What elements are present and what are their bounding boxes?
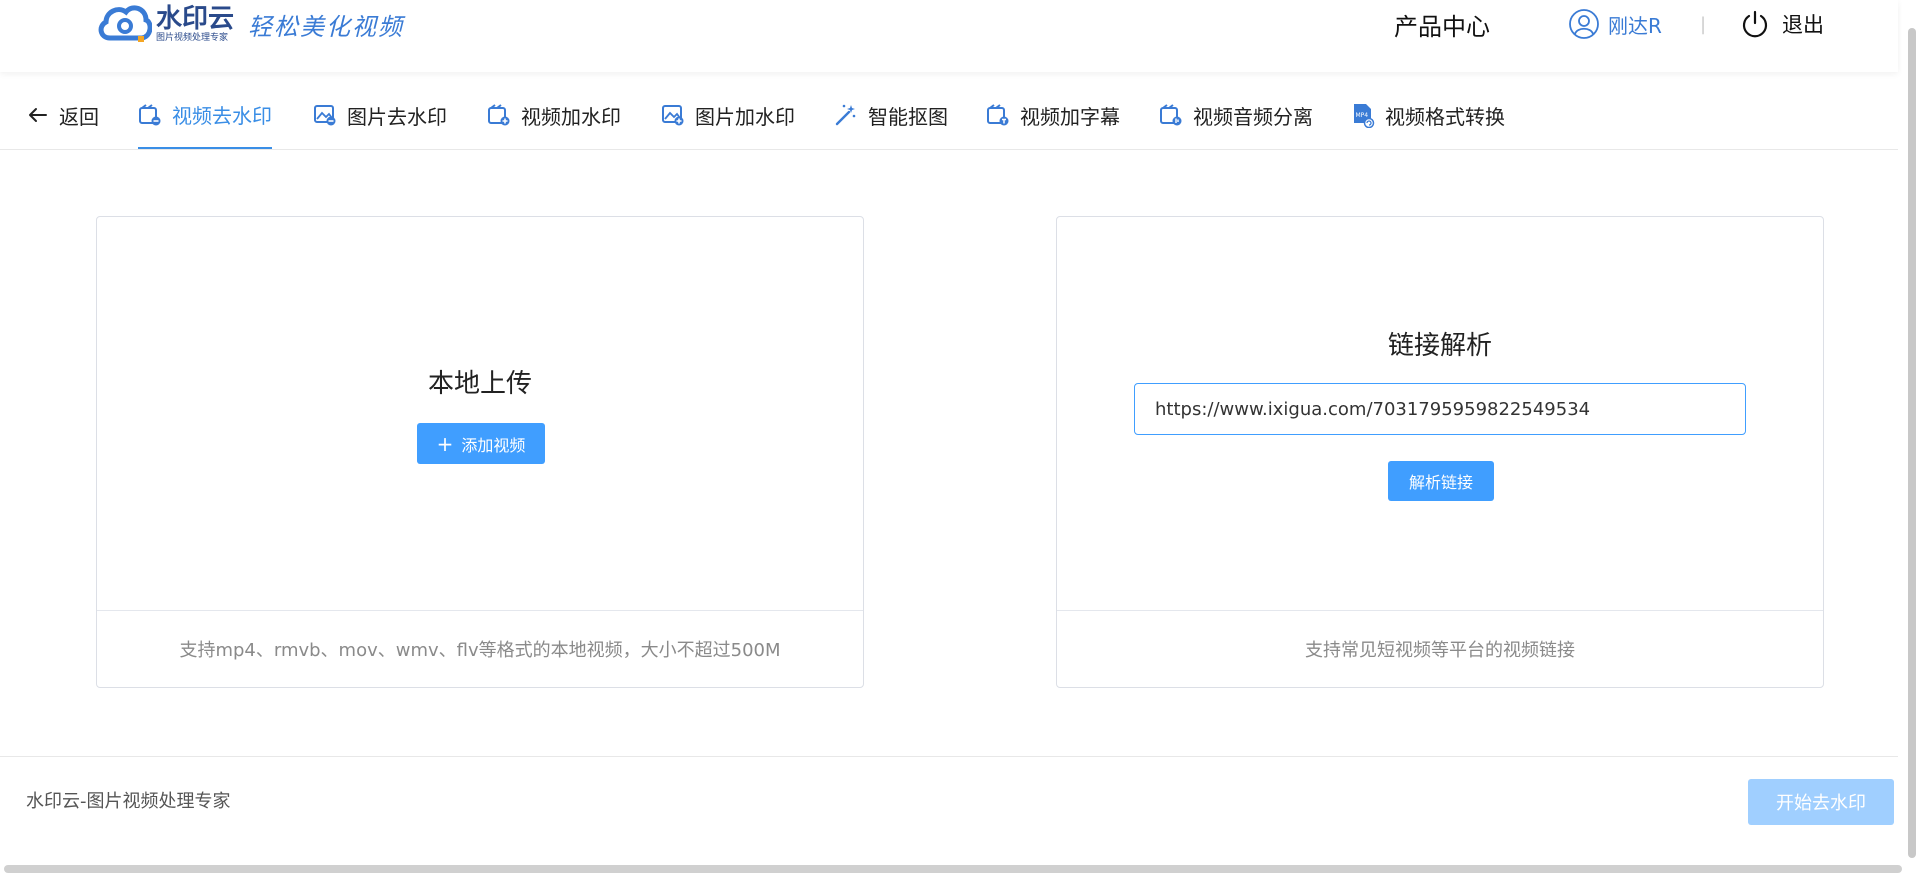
top-header: 水印云 图片视频处理专家 轻松美化视频 产品中心 刚达R | 退出 <box>0 0 1898 72</box>
svg-text:MP4: MP4 <box>1356 112 1369 119</box>
tab-video-add-watermark[interactable]: 视频加水印 <box>487 82 621 148</box>
image-remove-watermark-icon <box>314 105 336 126</box>
tab-video-remove-watermark[interactable]: 视频去水印 <box>138 82 272 149</box>
user-menu[interactable]: 刚达R <box>1568 0 1662 48</box>
header-separator: | <box>1700 13 1707 35</box>
logout-label: 退出 <box>1782 13 1824 37</box>
tab-label: 视频加字幕 <box>1020 104 1120 129</box>
horizontal-scrollbar[interactable] <box>0 864 1902 874</box>
cloud-logo-icon <box>98 5 152 42</box>
tab-image-remove-watermark[interactable]: 图片去水印 <box>313 82 447 148</box>
tab-label: 视频格式转换 <box>1385 104 1505 129</box>
tab-video-format-convert[interactable]: MP4 视频格式转换 <box>1351 82 1505 148</box>
power-icon <box>1742 10 1768 38</box>
tab-smart-cutout[interactable]: 智能抠图 <box>834 82 948 148</box>
back-label: 返回 <box>59 104 99 129</box>
tab-label: 图片加水印 <box>695 104 795 129</box>
product-center-link[interactable]: 产品中心 <box>1394 0 1490 48</box>
vertical-scrollbar-thumb[interactable] <box>1908 28 1916 858</box>
tab-label: 智能抠图 <box>868 104 948 129</box>
link-parse-body: 链接解析 解析链接 <box>1057 217 1823 611</box>
tab-image-add-watermark[interactable]: 图片加水印 <box>661 82 795 148</box>
username: 刚达R <box>1608 13 1662 38</box>
link-parse-title: 链接解析 <box>1387 331 1492 361</box>
local-upload-panel: 本地上传 + 添加视频 支持mp4、rmvb、mov、wmv、flv等格式的本地… <box>96 216 864 688</box>
magic-wand-icon <box>835 104 856 126</box>
video-remove-watermark-icon <box>139 103 161 125</box>
add-video-button[interactable]: + 添加视频 <box>417 423 545 464</box>
image-add-watermark-icon <box>662 105 684 126</box>
link-parse-panel: 链接解析 解析链接 支持常见短视频等平台的视频链接 <box>1056 216 1824 688</box>
tab-label: 图片去水印 <box>347 104 447 129</box>
vertical-scrollbar[interactable] <box>1902 0 1920 874</box>
video-url-input[interactable] <box>1134 383 1746 435</box>
tab-label: 视频加水印 <box>521 104 621 129</box>
tab-label: 视频音频分离 <box>1193 104 1313 129</box>
video-add-watermark-icon <box>488 104 510 126</box>
logout-button[interactable]: 退出 <box>1740 0 1824 48</box>
local-upload-hint: 支持mp4、rmvb、mov、wmv、flv等格式的本地视频，大小不超过500M <box>97 610 863 687</box>
logo-subtitle: 图片视频处理专家 <box>156 32 229 43</box>
tool-nav: 返回 视频去水印 图片去水印 视频加水印 图片加水印 智能抠图 视频加字幕 视频… <box>0 82 1898 150</box>
user-avatar-icon <box>1569 9 1599 39</box>
local-upload-title: 本地上传 <box>427 369 532 399</box>
logo-name: 水印云 <box>156 3 235 34</box>
logo[interactable]: 水印云 图片视频处理专家 轻松美化视频 <box>96 0 404 48</box>
tab-video-subtitle[interactable]: 视频加字幕 <box>986 82 1120 148</box>
plus-icon: + <box>436 431 454 456</box>
footer-brand-text: 水印云-图片视频处理专家 <box>26 791 231 812</box>
parse-link-button[interactable]: 解析链接 <box>1388 461 1494 501</box>
video-audio-split-icon <box>1160 104 1182 126</box>
back-button[interactable]: 返回 <box>27 82 99 148</box>
horizontal-scrollbar-thumb[interactable] <box>4 865 1902 873</box>
arrow-left-icon <box>29 108 47 122</box>
tab-label: 视频去水印 <box>172 104 272 128</box>
logo-slogan: 轻松美化视频 <box>248 12 405 41</box>
add-video-label: 添加视频 <box>461 435 526 455</box>
tab-video-audio-split[interactable]: 视频音频分离 <box>1159 82 1313 148</box>
mp4-convert-icon: MP4 <box>1354 104 1375 128</box>
link-parse-hint: 支持常见短视频等平台的视频链接 <box>1057 610 1823 687</box>
start-remove-watermark-button[interactable]: 开始去水印 <box>1748 779 1894 825</box>
video-subtitle-icon <box>987 104 1009 126</box>
bottom-bar: 水印云-图片视频处理专家 开始去水印 <box>0 756 1898 864</box>
local-upload-dropzone[interactable]: 本地上传 + 添加视频 <box>97 217 863 611</box>
